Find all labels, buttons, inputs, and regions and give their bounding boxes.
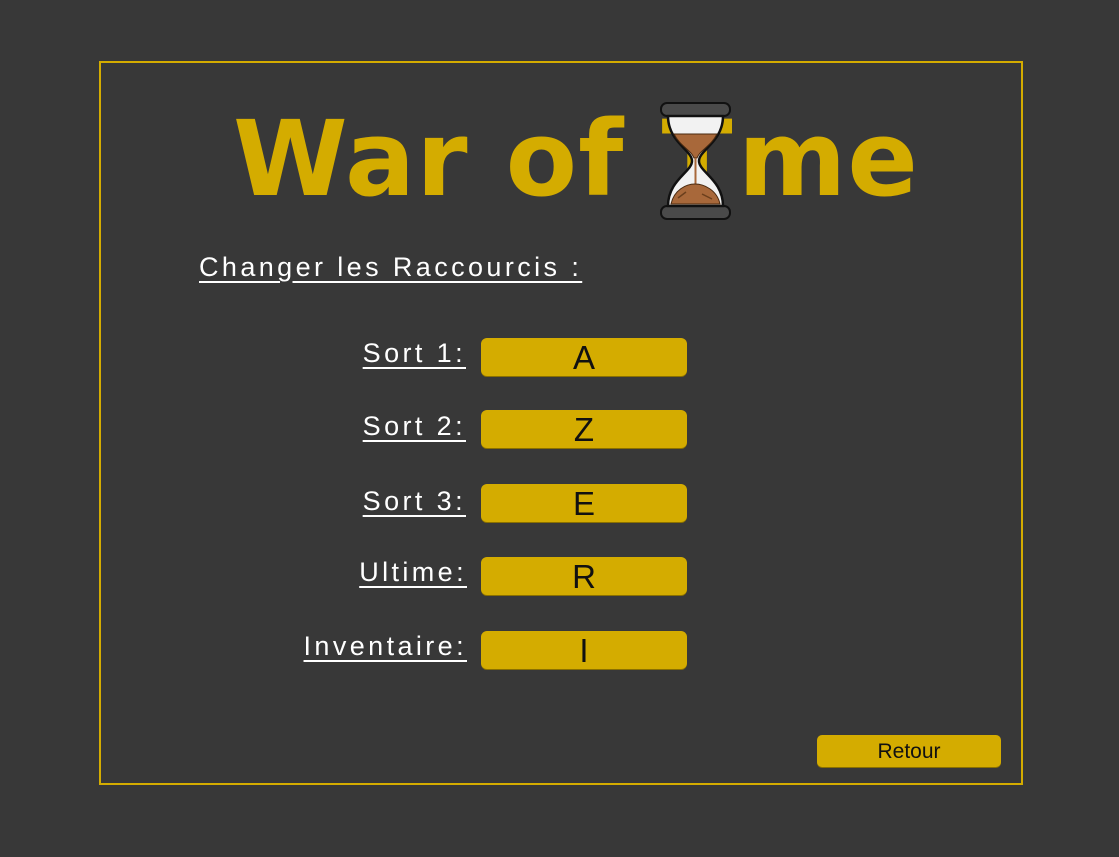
key-button-inventaire[interactable]: I: [481, 631, 687, 669]
label-inventaire: Inventaire:: [303, 631, 467, 661]
game-logo: War of T me: [233, 100, 918, 225]
label-sort-3: Sort 3:: [362, 486, 466, 516]
label-sort-2: Sort 2:: [362, 411, 466, 441]
key-button-ultime[interactable]: R: [481, 557, 687, 595]
key-button-sort-2[interactable]: Z: [481, 410, 687, 448]
logo-text-me: me: [738, 98, 919, 220]
page-title: Changer les Raccourcis :: [199, 252, 583, 282]
back-button[interactable]: Retour: [817, 735, 1001, 767]
key-button-sort-1[interactable]: A: [481, 338, 687, 376]
hourglass-icon: [660, 102, 731, 220]
label-sort-1: Sort 1:: [362, 338, 466, 368]
label-ultime: Ultime:: [359, 557, 467, 587]
key-button-sort-3[interactable]: E: [481, 484, 687, 522]
